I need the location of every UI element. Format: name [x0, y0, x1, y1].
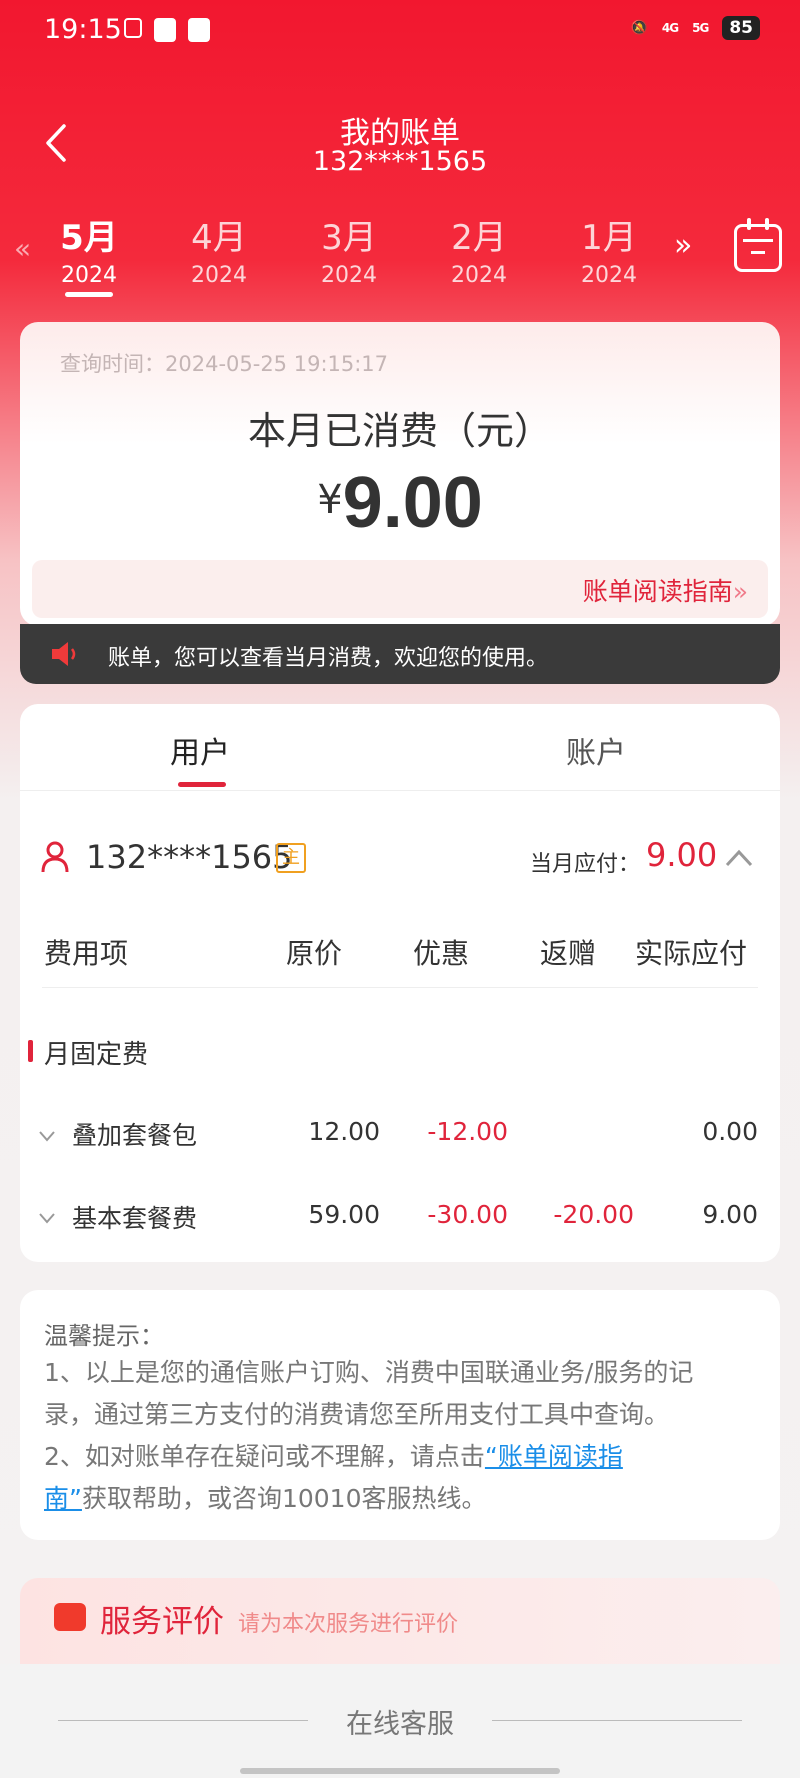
column-header: 费用项	[44, 937, 129, 970]
status-indicators: 🔕 4G 5G 85	[630, 16, 760, 40]
bill-guide-label: 账单阅读指南	[582, 577, 733, 606]
double-chevron-left-icon[interactable]: «	[14, 232, 31, 265]
tips-text: 录，通过第三方支付的消费请您至所用支付工具中查询。	[44, 1400, 670, 1429]
month-tab[interactable]: 5月 2024	[34, 210, 144, 288]
network-signal-icon: 5G	[692, 21, 709, 35]
bill-detail-card	[20, 704, 780, 1262]
tips-text: 南”获取帮助，或咨询10010客服热线。	[44, 1478, 486, 1520]
tips-title: 温馨提示：	[44, 1322, 164, 1350]
network-signal-icon: 4G	[661, 21, 679, 35]
column-header: 原价	[286, 937, 343, 970]
primary-badge: 主	[276, 843, 306, 873]
rating-title: 服务评价	[100, 1604, 224, 1640]
tips-text: 1、以上是您的通信账户订购、消费中国联通业务/服务的记	[44, 1358, 694, 1387]
due-label: 当月应付：	[530, 852, 641, 877]
year-label: 2024	[321, 263, 377, 288]
column-header: 优惠	[413, 937, 470, 970]
tips-text-part: 获取帮助，或咨询10010客服热线。	[81, 1484, 487, 1513]
tips-text: 2、如对账单存在疑问或不理解，请点击“账单阅读指	[44, 1436, 623, 1478]
month-label: 3月	[321, 218, 377, 258]
column-header: 实际应付	[635, 937, 748, 970]
discount: -30.00	[427, 1200, 508, 1229]
battery-icon: 85	[722, 16, 760, 40]
month-tab[interactable]: 1月 2024	[554, 210, 664, 288]
chevron-down-icon[interactable]	[38, 1129, 56, 1143]
year-label: 2024	[191, 263, 247, 288]
actual-payable: 9.00	[702, 1200, 758, 1229]
fee-item-name: 叠加套餐包	[72, 1121, 198, 1150]
month-tab[interactable]: 4月 2024	[164, 210, 274, 288]
tab-account[interactable]: 账户	[566, 728, 626, 772]
year-label: 2024	[451, 263, 507, 288]
rebate: -20.00	[553, 1200, 634, 1229]
query-time: 查询时间：2024-05-25 19:15:17	[60, 352, 389, 376]
rating-subtitle: 请为本次服务进行评价	[238, 1612, 459, 1637]
chevron-up-icon[interactable]	[724, 848, 754, 868]
amount-value: 9.00	[342, 463, 483, 543]
month-label: 4月	[191, 218, 247, 258]
active-month-indicator	[65, 292, 113, 297]
bill-guide-text-link[interactable]: “账单阅读指	[485, 1442, 623, 1471]
mute-icon: 🔕	[630, 20, 648, 36]
tab-user[interactable]: 用户	[170, 728, 230, 772]
speaker-icon	[52, 642, 76, 666]
year-label: 2024	[581, 263, 637, 288]
double-chevron-right-icon: »	[732, 577, 748, 606]
original-price: 12.00	[308, 1117, 380, 1146]
month-tab[interactable]: 2月 2024	[424, 210, 534, 288]
month-tab[interactable]: 3月 2024	[294, 210, 404, 288]
section-marker	[28, 1040, 33, 1062]
home-indicator[interactable]	[240, 1768, 560, 1774]
phone-number: 132****1565	[312, 146, 488, 177]
column-header: 返赠	[540, 937, 597, 970]
chevron-down-icon[interactable]	[38, 1211, 56, 1225]
spent-label: 本月已消费（元）	[247, 409, 552, 453]
user-number: 132****1565	[86, 838, 293, 876]
year-label: 2024	[61, 263, 117, 288]
currency-symbol: ¥	[317, 477, 343, 523]
month-label: 5月	[60, 218, 118, 258]
section-label: 月固定费	[44, 1040, 149, 1070]
divider	[42, 987, 758, 988]
notice-text: 账单，您可以查看当月消费，欢迎您的使用。	[108, 646, 549, 671]
active-tab-indicator	[178, 782, 226, 787]
bill-guide-link[interactable]: 账单阅读指南»	[583, 572, 748, 608]
bill-guide-text-link[interactable]: 南”	[44, 1484, 82, 1513]
tips-text-part: 2、如对账单存在疑问或不理解，请点击	[44, 1442, 485, 1471]
online-service-button[interactable]: 在线客服	[0, 1702, 800, 1741]
fee-item-name: 基本套餐费	[72, 1204, 198, 1233]
original-price: 59.00	[308, 1200, 380, 1229]
notification-app-icon	[124, 18, 142, 38]
due-amount: 9.00	[646, 836, 718, 874]
divider	[20, 790, 780, 791]
user-icon	[41, 841, 69, 873]
month-label: 1月	[581, 218, 637, 258]
double-chevron-right-icon[interactable]: »	[674, 228, 692, 263]
calendar-icon[interactable]	[734, 218, 782, 272]
notification-app-icon	[154, 18, 176, 42]
chat-bubble-icon	[54, 1603, 86, 1631]
status-time: 19:15	[44, 14, 122, 45]
actual-payable: 0.00	[702, 1117, 758, 1146]
spent-amount: ¥9.00	[0, 462, 800, 544]
month-label: 2月	[451, 218, 507, 258]
notification-app-icon	[188, 18, 210, 42]
discount: -12.00	[427, 1117, 508, 1146]
